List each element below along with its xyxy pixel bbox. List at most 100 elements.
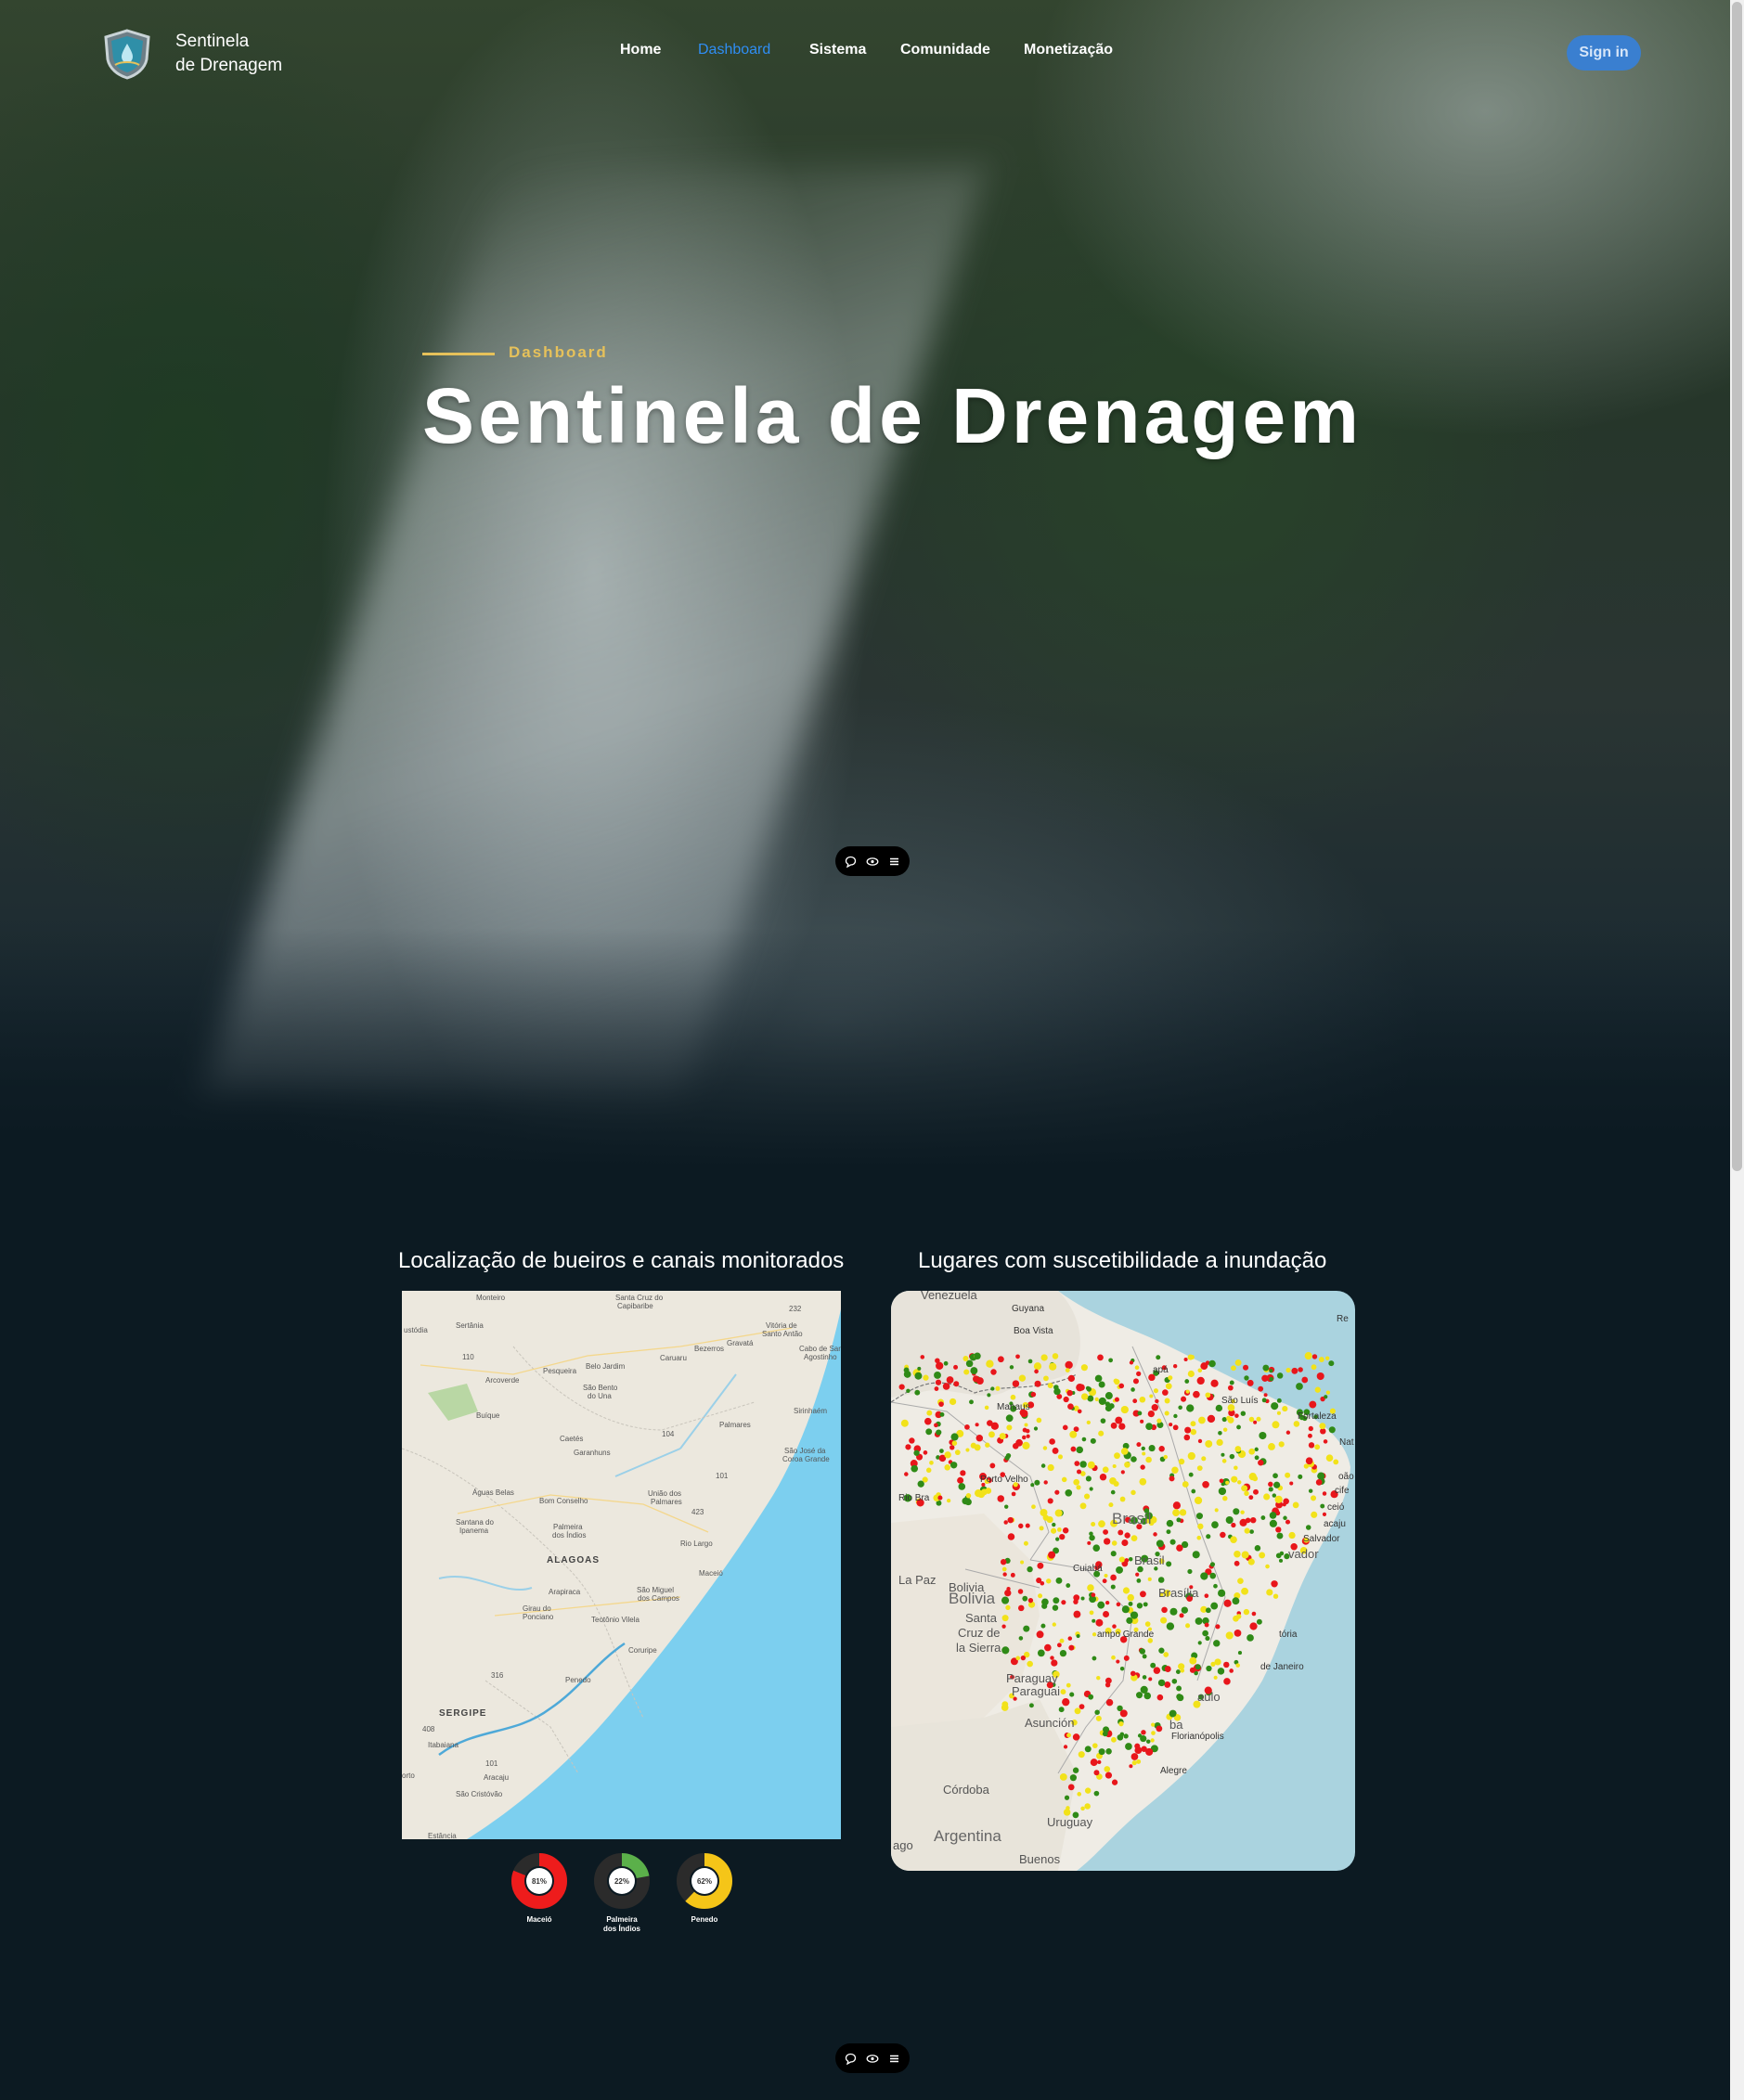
flood-marker (1076, 1485, 1081, 1490)
flood-marker (1147, 1410, 1155, 1418)
flood-marker (1198, 1416, 1206, 1424)
sign-in-button[interactable]: Sign in (1567, 35, 1641, 71)
nav-dashboard[interactable]: Dashboard (698, 42, 770, 58)
flood-marker (1161, 1606, 1168, 1614)
flood-marker (1206, 1534, 1211, 1540)
flood-marker (1130, 1670, 1136, 1677)
flood-marker (1097, 1601, 1105, 1609)
flood-marker (1095, 1715, 1102, 1721)
flood-marker (1231, 1475, 1238, 1483)
flood-marker (1089, 1487, 1093, 1491)
nav-comunidade[interactable]: Comunidade (900, 42, 990, 58)
flood-marker (1037, 1562, 1044, 1569)
flood-marker (1059, 1638, 1065, 1643)
flood-marker (1285, 1367, 1291, 1373)
flood-marker (1308, 1488, 1313, 1493)
flood-marker (1187, 1568, 1193, 1575)
flood-marker (1324, 1356, 1330, 1360)
flood-marker (900, 1419, 909, 1427)
flood-marker (1124, 1558, 1130, 1563)
nav-home[interactable]: Home (620, 42, 661, 58)
flood-marker (1111, 1736, 1117, 1743)
flood-marker (1214, 1508, 1219, 1513)
flood-marker (1184, 1379, 1190, 1384)
flood-marker (1033, 1362, 1042, 1371)
flood-marker (1088, 1694, 1094, 1700)
flood-marker (1003, 1520, 1008, 1525)
flood-marker (1151, 1722, 1156, 1727)
flood-marker (1333, 1459, 1339, 1465)
nav-monetizacao[interactable]: Monetização (1024, 42, 1113, 58)
flood-marker (1301, 1376, 1309, 1384)
flood-marker (1080, 1393, 1089, 1400)
flood-marker (1073, 1478, 1080, 1486)
flood-marker (1166, 1622, 1175, 1630)
chat-bubble-icon[interactable] (845, 856, 857, 868)
eye-icon[interactable] (866, 2053, 879, 2065)
gauge-palmeira-value: 22% (614, 1877, 629, 1886)
flood-marker (1001, 1566, 1007, 1572)
flood-marker (1218, 1431, 1222, 1436)
flood-marker (1274, 1495, 1283, 1504)
scrollbar-track[interactable] (1730, 0, 1744, 2100)
flood-marker (1237, 1480, 1242, 1485)
flood-marker (1099, 1473, 1107, 1481)
flood-marker (1054, 1489, 1060, 1495)
flood-marker (1036, 1417, 1042, 1424)
flood-marker (1066, 1806, 1070, 1810)
nav-sistema[interactable]: Sistema (809, 42, 866, 58)
flood-marker (947, 1498, 951, 1503)
floating-toolbar-bottom (835, 2043, 910, 2073)
shield-drop-icon[interactable] (102, 28, 152, 80)
chat-bubble-icon[interactable] (845, 2053, 857, 2065)
hero-kicker: Dashboard (509, 343, 608, 361)
flood-marker (1171, 1678, 1178, 1684)
flood-marker (1102, 1466, 1109, 1474)
eye-icon[interactable] (866, 856, 879, 868)
left-section-title: Localização de bueiros e canais monitora… (398, 1248, 845, 1273)
flood-marker (942, 1383, 950, 1390)
flood-marker (1156, 1418, 1162, 1424)
flood-marker (1318, 1357, 1324, 1362)
flood-marker (1081, 1437, 1087, 1442)
flood-marker (1001, 1596, 1010, 1604)
flood-marker (1065, 1360, 1073, 1370)
flood-marker (1237, 1578, 1244, 1585)
scrollbar-thumb[interactable] (1732, 2, 1742, 1171)
flood-marker (909, 1437, 915, 1444)
flood-marker (1171, 1712, 1177, 1717)
flood-marker (1164, 1398, 1170, 1404)
menu-icon[interactable] (888, 856, 900, 868)
flood-marker (1114, 1397, 1119, 1402)
flood-marker (949, 1398, 957, 1406)
flood-marker (1219, 1478, 1224, 1484)
flood-marker (975, 1489, 983, 1498)
flood-marker (986, 1359, 994, 1368)
hero-background (0, 0, 1730, 1169)
brand-name[interactable]: Sentinela de Drenagem (175, 30, 282, 78)
flood-susceptibility-map[interactable]: Venezuela Guyana Boa Vista apá São Luís … (891, 1291, 1355, 1871)
flood-marker (1311, 1364, 1317, 1371)
flood-marker (1143, 1602, 1148, 1607)
flood-marker (995, 1385, 1001, 1391)
flood-marker (1115, 1416, 1123, 1424)
flood-marker (1183, 1357, 1188, 1362)
flood-marker (1146, 1739, 1151, 1744)
flood-marker (1105, 1600, 1110, 1605)
drain-location-map[interactable]: Monteiro Santa Cruz do Capibaribe Sertân… (402, 1291, 841, 1839)
flood-marker (1066, 1733, 1071, 1738)
flood-marker (920, 1355, 925, 1359)
flood-marker (1173, 1413, 1178, 1419)
menu-icon[interactable] (888, 2053, 900, 2065)
flood-marker (1058, 1707, 1065, 1713)
flood-marker (944, 1463, 951, 1471)
flood-marker (1023, 1625, 1030, 1632)
flood-marker (1169, 1475, 1175, 1482)
flood-marker (1322, 1512, 1327, 1517)
flood-marker (1176, 1694, 1182, 1700)
flood-marker (1137, 1733, 1143, 1738)
flood-marker (1276, 1532, 1284, 1540)
flood-marker (1079, 1461, 1087, 1468)
flood-marker (1103, 1529, 1109, 1535)
flood-marker (1047, 1382, 1053, 1389)
